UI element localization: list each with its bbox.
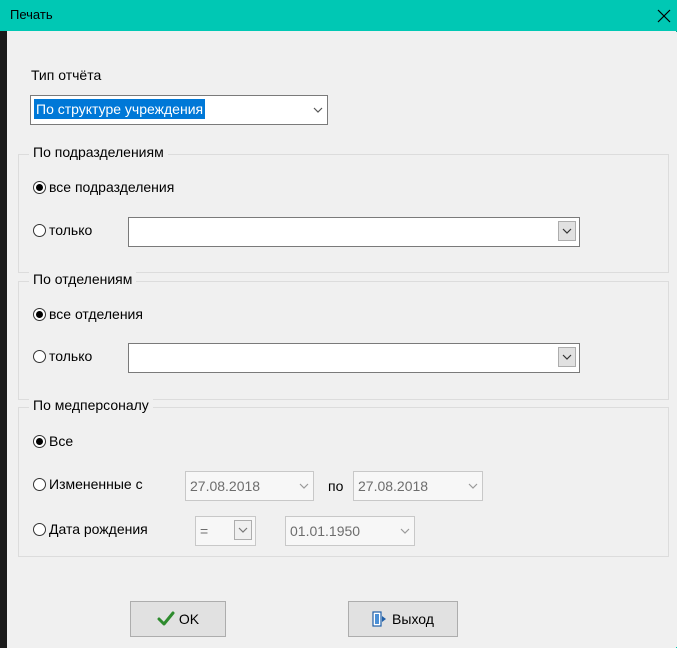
radio-birthdate-label: Дата рождения [49, 521, 148, 537]
chevron-down-icon [400, 517, 410, 545]
radio-only-departments[interactable]: только [33, 348, 92, 364]
dropdown-button[interactable] [558, 221, 576, 241]
radio-all-staff[interactable]: Все [33, 433, 73, 449]
radio-unchecked-icon [33, 349, 46, 363]
report-type-select[interactable]: По структуре учреждения [30, 95, 328, 125]
changed-to-value: 27.08.2018 [358, 478, 429, 494]
radio-unchecked-icon [33, 223, 46, 237]
ok-label: OK [178, 611, 200, 627]
radio-only-departments-label: только [49, 348, 93, 364]
window-edge [0, 31, 7, 648]
chevron-down-icon [468, 472, 478, 500]
dialog-body: Тип отчёта По структуре учреждения По по… [0, 31, 676, 648]
radio-unchecked-icon [33, 522, 46, 536]
radio-checked-icon [33, 307, 46, 321]
subdivisions-group: По подразделениям [18, 144, 669, 273]
chevron-down-icon [562, 354, 572, 360]
birthdate-value: 01.01.1950 [290, 523, 361, 539]
dropdown-button[interactable] [234, 520, 252, 540]
radio-all-staff-label: Все [49, 433, 74, 449]
staff-legend: По медперсоналу [29, 397, 153, 413]
radio-all-subdivisions-label: все подразделения [49, 179, 175, 195]
chevron-down-icon [299, 472, 309, 500]
ok-button[interactable]: OK [130, 601, 226, 637]
changed-from-value: 27.08.2018 [190, 478, 261, 494]
report-type-label: Тип отчёта [31, 67, 102, 83]
radio-birthdate[interactable]: Дата рождения [33, 521, 148, 537]
subdivision-select[interactable] [128, 217, 580, 247]
radio-all-departments-label: все отделения [49, 306, 143, 322]
checkmark-icon [157, 611, 175, 627]
subdivisions-legend: По подразделениям [29, 144, 168, 160]
exit-label: Выход [392, 611, 434, 627]
radio-changed-since-label: Измененные с [49, 476, 143, 492]
radio-all-subdivisions[interactable]: все подразделения [33, 179, 174, 195]
to-label: по [328, 478, 344, 494]
operator-select[interactable]: = [195, 516, 256, 546]
radio-all-departments[interactable]: все отделения [33, 306, 143, 322]
close-button[interactable] [651, 1, 677, 31]
department-select[interactable] [128, 343, 580, 373]
title-bar[interactable]: Печать [1, 1, 677, 32]
radio-only-subdivisions[interactable]: только [33, 222, 92, 238]
radio-changed-since[interactable]: Измененные с [33, 476, 143, 492]
dropdown-button[interactable] [558, 347, 576, 367]
radio-unchecked-icon [33, 477, 46, 491]
chevron-down-icon [238, 527, 248, 533]
changed-from-date[interactable]: 27.08.2018 [185, 471, 314, 501]
departments-legend: По отделениям [29, 271, 137, 287]
radio-checked-icon [33, 434, 46, 448]
exit-door-icon [372, 611, 388, 627]
birthdate-field[interactable]: 01.01.1950 [285, 516, 415, 546]
chevron-down-icon [313, 96, 323, 124]
window-title: Печать [10, 7, 53, 22]
operator-value: = [200, 523, 209, 539]
close-icon [657, 9, 671, 23]
departments-group: По отделениям [18, 271, 669, 400]
chevron-down-icon [562, 228, 572, 234]
radio-only-subdivisions-label: только [49, 222, 93, 238]
changed-to-date[interactable]: 27.08.2018 [353, 471, 483, 501]
report-type-value: По структуре учреждения [34, 99, 206, 119]
radio-checked-icon [33, 180, 46, 194]
exit-button[interactable]: Выход [348, 601, 458, 637]
